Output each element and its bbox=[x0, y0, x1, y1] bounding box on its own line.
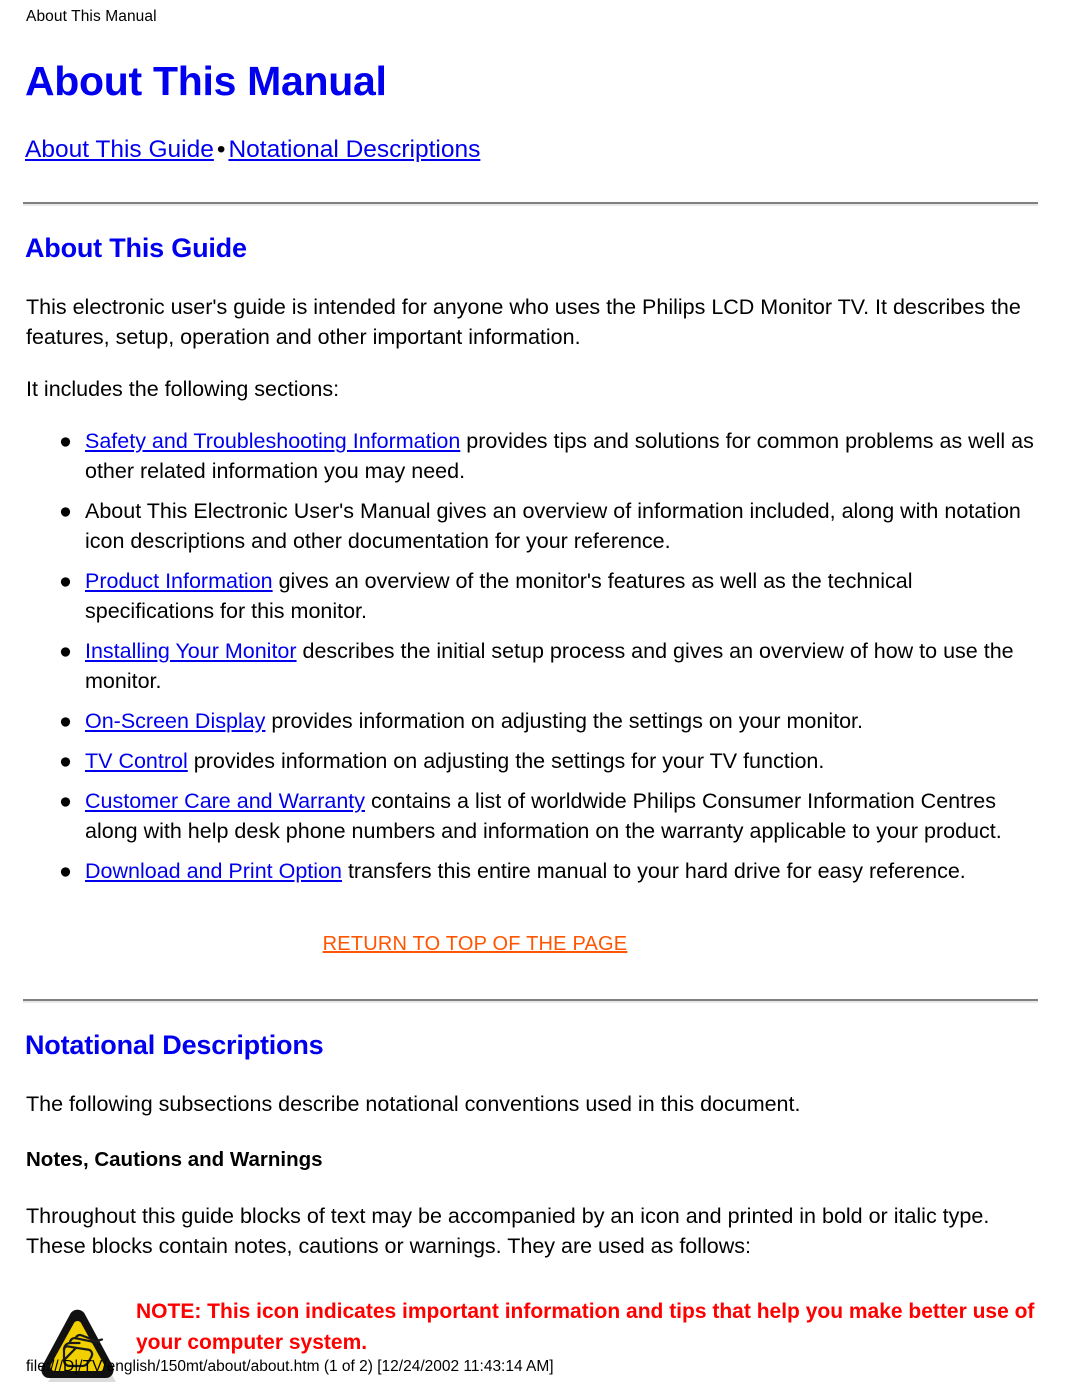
bullet-dot-icon: ● bbox=[59, 499, 72, 523]
sub-heading-notes-cautions-warnings: Notes, Cautions and Warnings bbox=[26, 1148, 323, 1171]
bullet-text: transfers this entire manual to your har… bbox=[341, 859, 966, 883]
list-item: ● Safety and Troubleshooting Information … bbox=[26, 426, 1038, 486]
bullet-dot-icon: ● bbox=[59, 789, 72, 813]
bullet-link-safety-troubleshooting[interactable]: Safety and Troubleshooting Information bbox=[85, 429, 460, 453]
notational-body-paragraph: Throughout this guide blocks of text may… bbox=[26, 1204, 990, 1258]
list-item: ● Product Information gives an overview o… bbox=[26, 566, 1038, 626]
bullet-dot-icon: ● bbox=[59, 749, 72, 773]
list-item: ● On-Screen Display provides information … bbox=[26, 706, 1038, 736]
bullet-link-on-screen-display[interactable]: On-Screen Display bbox=[85, 709, 265, 733]
section-heading-about-this-guide: About This Guide bbox=[25, 233, 247, 263]
divider-bottom-wrapper bbox=[0, 999, 1080, 1003]
list-item: ● TV Control provides information on adju… bbox=[26, 746, 1038, 776]
section-heading-notational-descriptions: Notational Descriptions bbox=[25, 1030, 324, 1060]
note-text: NOTE: This icon indicates important info… bbox=[136, 1300, 1035, 1354]
list-item: ● Customer Care and Warranty contains a l… bbox=[26, 786, 1038, 846]
bullet-link-installing-your-monitor[interactable]: Installing Your Monitor bbox=[85, 639, 297, 663]
document-content: About This Manual About This Guide • Notat… bbox=[0, 56, 1080, 1393]
bullet-text: provides information on adjusting the se… bbox=[187, 749, 825, 773]
bullet-link-tv-control[interactable]: TV Control bbox=[85, 749, 188, 773]
return-to-top-link[interactable]: RETURN TO TOP OF THE PAGE bbox=[323, 933, 628, 955]
breadcrumb: About This Guide • Notational Descriptions bbox=[25, 135, 1080, 165]
bullet-text: About This Electronic User's Manual give… bbox=[85, 499, 1021, 553]
horizontal-divider-2 bbox=[23, 999, 1038, 1003]
bullet-link-customer-care-warranty[interactable]: Customer Care and Warranty bbox=[85, 789, 365, 813]
subnav-separator: • bbox=[216, 136, 226, 163]
list-item: ● Installing Your Monitor describes the i… bbox=[26, 636, 1038, 696]
bullet-dot-icon: ● bbox=[59, 639, 72, 663]
bullet-link-product-information[interactable]: Product Information bbox=[85, 569, 273, 593]
subnav-link-notational-descriptions[interactable]: Notational Descriptions bbox=[228, 136, 480, 163]
bullet-text: provides information on adjusting the se… bbox=[265, 709, 863, 733]
notational-intro-paragraph: The following subsections describe notat… bbox=[26, 1092, 801, 1116]
note-callout: NOTE: This icon indicates important info… bbox=[26, 1293, 1038, 1393]
bullet-link-download-print-option[interactable]: Download and Print Option bbox=[85, 859, 342, 883]
divider-top-wrapper bbox=[0, 202, 1080, 206]
about-guide-includes-line: It includes the following sections: bbox=[26, 377, 340, 401]
footer-path: file:///D|/TV/english/150mt/about/about.… bbox=[26, 1358, 554, 1375]
running-header: About This Manual bbox=[26, 8, 157, 25]
bullet-dot-icon: ● bbox=[59, 569, 72, 593]
page-title: About This Manual bbox=[25, 58, 387, 104]
section-bullet-list: ● Safety and Troubleshooting Information … bbox=[26, 426, 1038, 886]
bullet-dot-icon: ● bbox=[59, 859, 72, 883]
return-to-top-wrapper: RETURN TO TOP OF THE PAGE bbox=[0, 933, 1080, 956]
document-page: About This Manual About This Manual Abou… bbox=[0, 0, 1080, 1397]
warning-triangle-note-icon bbox=[26, 1299, 130, 1395]
bullet-dot-icon: ● bbox=[59, 709, 72, 733]
bullet-dot-icon: ● bbox=[59, 429, 72, 453]
about-guide-intro-paragraph: This electronic user's guide is intended… bbox=[26, 295, 1021, 349]
list-item: ● Download and Print Option transfers thi… bbox=[26, 856, 1038, 886]
subnav-link-about-this-guide[interactable]: About This Guide bbox=[25, 136, 214, 163]
horizontal-divider-1 bbox=[23, 202, 1038, 206]
list-item: ● About This Electronic User's Manual giv… bbox=[26, 496, 1038, 556]
